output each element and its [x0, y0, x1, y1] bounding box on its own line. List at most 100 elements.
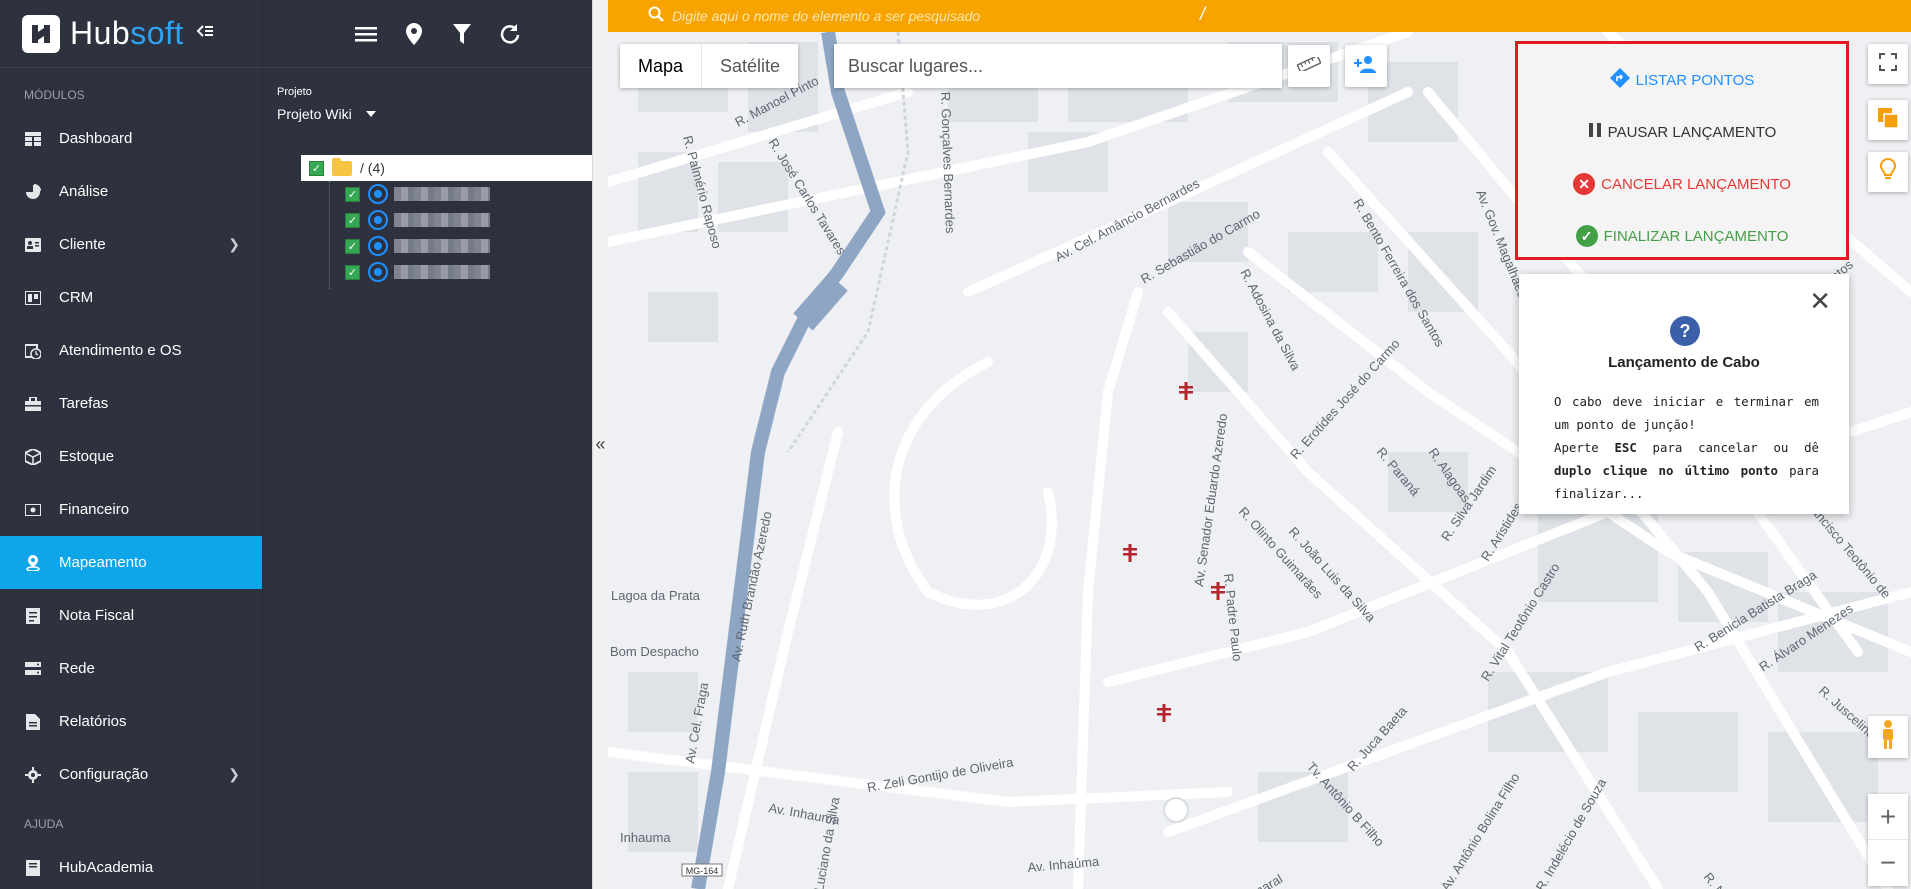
- checkbox-checked-icon[interactable]: ✓: [345, 186, 360, 202]
- tree-child-node[interactable]: ✓: [345, 233, 593, 259]
- cable-actions-panel: LISTAR PONTOS PAUSAR LANÇAMENTO ✕ CANCEL…: [1515, 41, 1849, 260]
- brand-name-hub: Hub: [70, 15, 131, 51]
- tree-child-node[interactable]: ✓: [345, 259, 593, 285]
- sidebar-item-dashboard[interactable]: Dashboard: [0, 112, 262, 165]
- question-icon: ?: [1670, 316, 1700, 346]
- sidebar-item-rede[interactable]: Rede: [0, 642, 262, 695]
- sidebar-item-label: CRM: [59, 289, 94, 306]
- sidebar-item-relatorios[interactable]: Relatórios: [0, 695, 262, 748]
- panel-splitter[interactable]: «: [592, 0, 608, 889]
- sidebar-item-atendimento[interactable]: Atendimento e OS: [0, 324, 262, 377]
- table-icon: [24, 130, 42, 148]
- map-type-satellite-button[interactable]: Satélite: [702, 44, 798, 88]
- pause-icon: [1588, 123, 1602, 141]
- redacted-label: [394, 265, 490, 279]
- sidebar-item-label: Configuração: [59, 766, 149, 783]
- map-area: Digite aqui o nome do elemento a ser pes…: [608, 0, 1911, 889]
- sidebar-item-mapeamento[interactable]: Mapeamento: [0, 536, 262, 589]
- sidebar-item-crm[interactable]: CRM: [0, 271, 262, 324]
- brand-name: Hubsoft: [70, 15, 184, 52]
- sidebar-item-label: Mapeamento: [59, 554, 147, 571]
- caret-down-icon: [365, 111, 376, 117]
- redacted-label: [394, 239, 490, 253]
- help-line-2b: para cancelar ou dê: [1636, 440, 1820, 455]
- sidebar-item-financeiro[interactable]: Financeiro: [0, 483, 262, 536]
- sidebar-item-analise[interactable]: Análise: [0, 165, 262, 218]
- finish-launch-button[interactable]: ✓ FINALIZAR LANÇAMENTO: [1518, 210, 1846, 262]
- sidebar-item-label: Rede: [59, 660, 95, 677]
- road-shield-label: MG-164: [686, 866, 719, 876]
- places-search-input[interactable]: Buscar lugares...: [834, 44, 1282, 88]
- road-shield: MG-164: [681, 863, 723, 877]
- zoom-out-button[interactable]: −: [1868, 840, 1908, 886]
- chevron-right-icon: ❯: [228, 766, 240, 782]
- sidebar-item-configuracao[interactable]: Configuração ❯: [0, 748, 262, 801]
- zoom-in-button[interactable]: +: [1868, 794, 1908, 840]
- brand-logo-icon[interactable]: [22, 14, 60, 53]
- sidebar-item-label: Análise: [59, 183, 109, 200]
- help-line-2a: Aperte: [1554, 440, 1615, 455]
- tree-child-node[interactable]: ✓: [345, 181, 593, 207]
- element-search-placeholder: Digite aqui o nome do elemento a ser pes…: [672, 8, 981, 24]
- logo-bar: Hubsoft: [0, 0, 262, 68]
- help-card-body: O cabo deve iniciar e terminar em um pon…: [1554, 390, 1819, 505]
- sidebar-item-label: Cliente: [59, 236, 106, 253]
- pause-launch-button[interactable]: PAUSAR LANÇAMENTO: [1518, 106, 1846, 158]
- checkbox-checked-icon[interactable]: ✓: [345, 212, 360, 228]
- checkbox-checked-icon[interactable]: ✓: [345, 238, 360, 254]
- street-view-pegman[interactable]: [1868, 716, 1908, 758]
- tree-root-node[interactable]: ✓ / (4): [301, 155, 593, 181]
- tree-child-node[interactable]: ✓: [345, 207, 593, 233]
- checkbox-checked-icon[interactable]: ✓: [345, 264, 360, 280]
- pegman-icon: [1880, 719, 1896, 755]
- report-icon: [24, 713, 42, 731]
- refresh-icon[interactable]: [497, 21, 523, 47]
- redacted-label: [394, 187, 490, 201]
- sidebar-item-label: Dashboard: [59, 130, 133, 147]
- collapse-sidebar-icon[interactable]: [196, 23, 214, 44]
- help-key-esc: ESC: [1614, 440, 1637, 455]
- sidebar-item-hubacademia[interactable]: HubAcademia: [0, 841, 262, 889]
- layers-orange-icon: [1877, 107, 1899, 134]
- checkbox-checked-icon[interactable]: ✓: [309, 160, 324, 176]
- book-icon: [24, 859, 42, 877]
- sidebar-item-label: Financeiro: [59, 501, 130, 518]
- search-slash: /: [1200, 4, 1206, 24]
- tree-toolbar: [263, 0, 592, 68]
- pie-chart-icon: [24, 183, 42, 201]
- sidebar-item-label: HubAcademia: [59, 859, 154, 876]
- element-search-bar[interactable]: Digite aqui o nome do elemento a ser pes…: [608, 0, 1911, 32]
- map-type-map-button[interactable]: Mapa: [620, 44, 703, 88]
- filter-icon[interactable]: [449, 21, 475, 47]
- add-user-button[interactable]: [1345, 45, 1387, 87]
- check-circle-icon: ✓: [1575, 225, 1598, 247]
- sidebar-item-nota-fiscal[interactable]: Nota Fiscal: [0, 589, 262, 642]
- sidebar-item-estoque[interactable]: Estoque: [0, 430, 262, 483]
- app-root: Hubsoft MÓDULOS Dashboard Análise Client…: [0, 0, 1911, 889]
- minus-icon: −: [1879, 847, 1897, 878]
- section-title-modules: MÓDULOS: [24, 88, 85, 102]
- tips-button[interactable]: [1868, 152, 1908, 192]
- layer-tree: ✓ / (4) ✓ ✓ ✓ ✓: [291, 155, 593, 289]
- map-type-control: Mapa Satélite: [620, 44, 799, 88]
- fullscreen-button[interactable]: [1868, 44, 1908, 84]
- pause-launch-label: PAUSAR LANÇAMENTO: [1607, 123, 1777, 141]
- sidebar-item-cliente[interactable]: Cliente ❯: [0, 218, 262, 271]
- measure-ruler-button[interactable]: [1288, 45, 1330, 87]
- project-select[interactable]: Projeto Wiki: [263, 98, 592, 122]
- layers-button[interactable]: [1868, 100, 1908, 140]
- menu-icon[interactable]: [353, 21, 379, 47]
- street-label: Bom Despacho: [610, 644, 699, 659]
- sidebar-item-tarefas[interactable]: Tarefas: [0, 377, 262, 430]
- close-icon[interactable]: ✕: [1809, 288, 1831, 314]
- project-select-value: Projeto Wiki: [277, 106, 352, 122]
- section-title-help: AJUDA: [24, 817, 64, 831]
- tree-connector: [329, 181, 330, 289]
- contact-card-icon: [24, 236, 42, 254]
- search-icon: [648, 6, 664, 27]
- cancel-launch-button[interactable]: ✕ CANCELAR LANÇAMENTO: [1518, 158, 1846, 210]
- location-pin-icon[interactable]: [401, 21, 427, 47]
- sidebar: Hubsoft MÓDULOS Dashboard Análise Client…: [0, 0, 262, 889]
- list-points-button[interactable]: LISTAR PONTOS: [1518, 54, 1846, 106]
- sidebar-item-label: Nota Fiscal: [59, 607, 135, 624]
